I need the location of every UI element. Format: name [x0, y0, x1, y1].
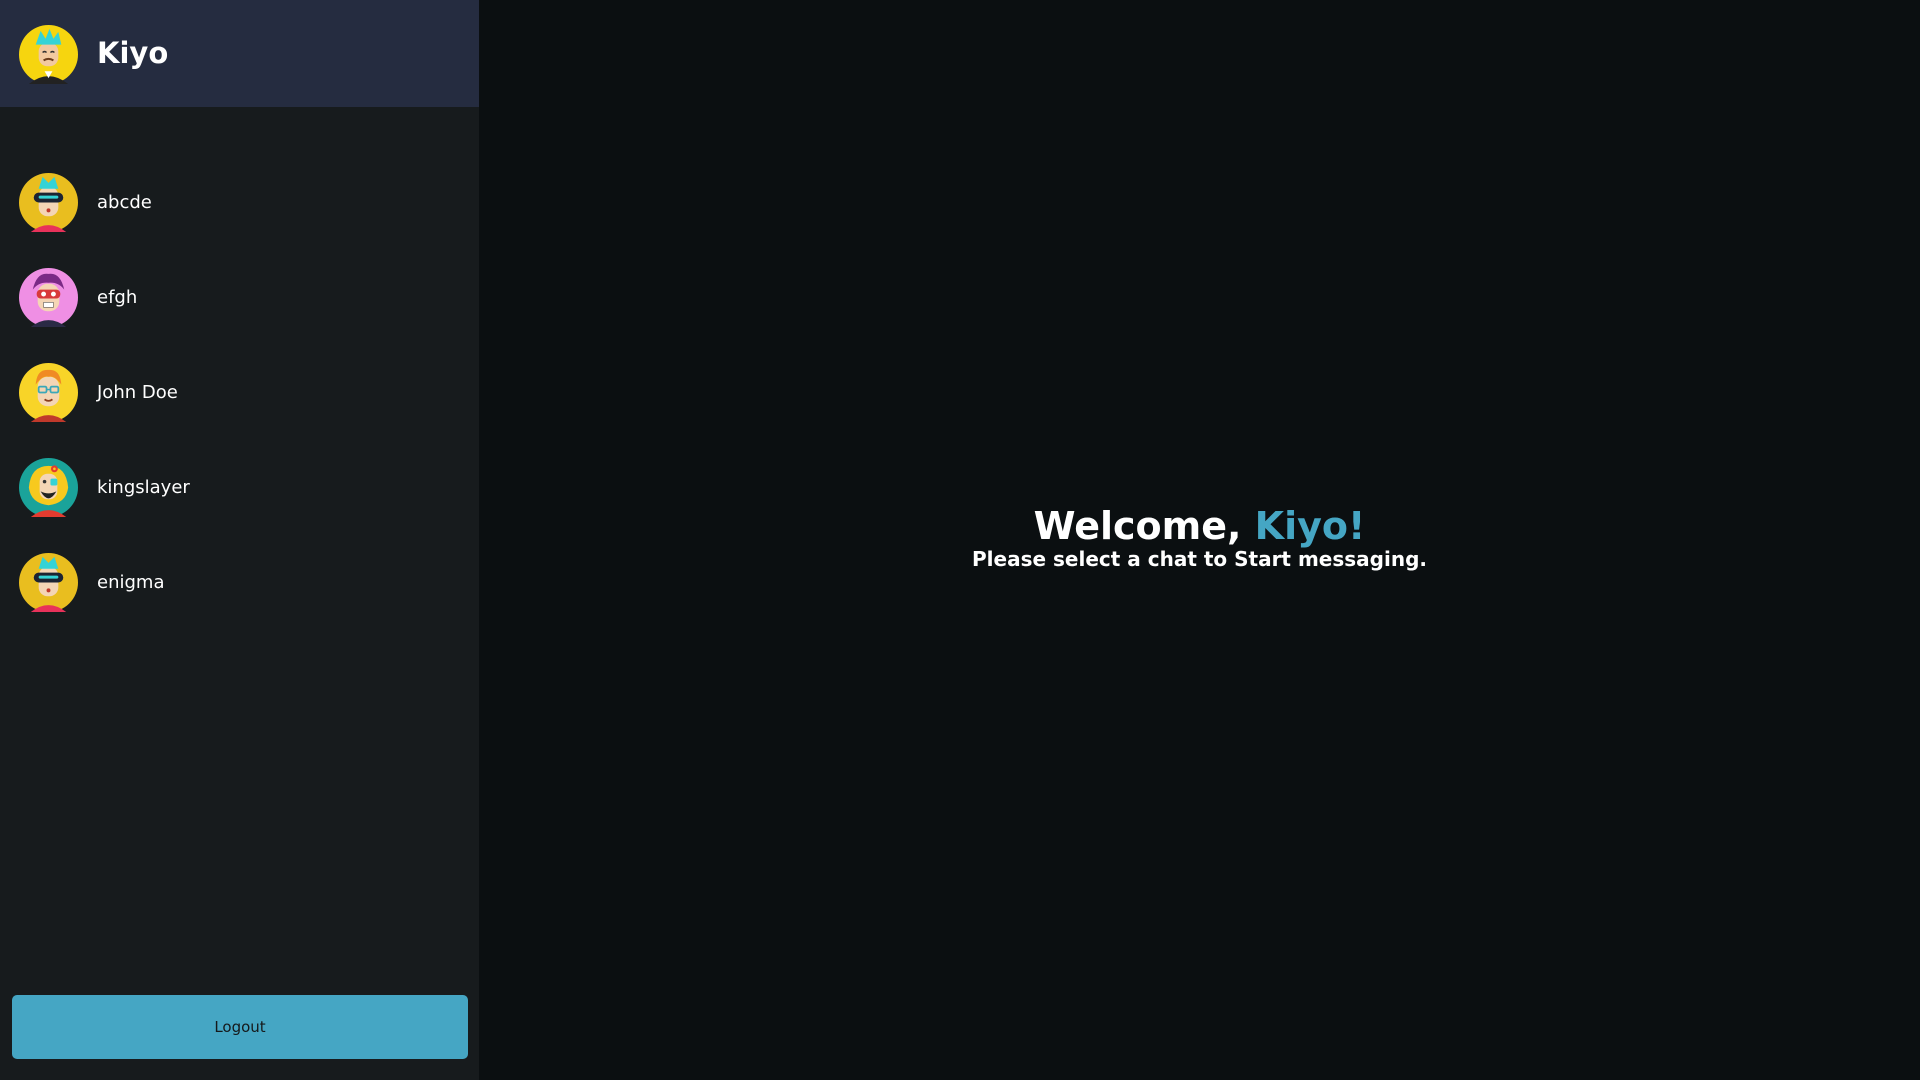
welcome-greeting: Welcome, [1033, 504, 1255, 548]
welcome-panel: Welcome, Kiyo! Please select a chat to S… [479, 0, 1920, 1080]
bearded-flower-avatar-icon [19, 458, 78, 517]
chat-item-enigma[interactable]: enigma [0, 538, 479, 628]
chat-item-name: efgh [97, 287, 138, 308]
sidebar: Kiyo abcde efgh John Doe kingslayer enig… [0, 0, 479, 1080]
chat-item-name: abcde [97, 192, 152, 213]
purple-hair-mask-avatar-icon [19, 268, 78, 327]
sidebar-header: Kiyo [0, 0, 479, 107]
vr-visor-avatar-icon [19, 553, 78, 612]
current-user-name: Kiyo [97, 36, 169, 70]
welcome-subtitle: Please select a chat to Start messaging. [972, 547, 1427, 571]
current-user-avatar-icon[interactable] [19, 25, 78, 84]
chat-item-efgh[interactable]: efgh [0, 253, 479, 343]
chat-item-kingslayer[interactable]: kingslayer [0, 443, 479, 533]
chat-item-name: kingslayer [97, 477, 190, 498]
chat-item-name: John Doe [97, 382, 178, 403]
chat-item-john-doe[interactable]: John Doe [0, 348, 479, 438]
logout-button[interactable]: Logout [12, 995, 468, 1059]
chat-item-name: enigma [97, 572, 165, 593]
chat-item-abcde[interactable]: abcde [0, 158, 479, 248]
vr-visor-avatar-icon [19, 173, 78, 232]
glasses-avatar-icon [19, 363, 78, 422]
welcome-user-name: Kiyo! [1254, 504, 1366, 548]
